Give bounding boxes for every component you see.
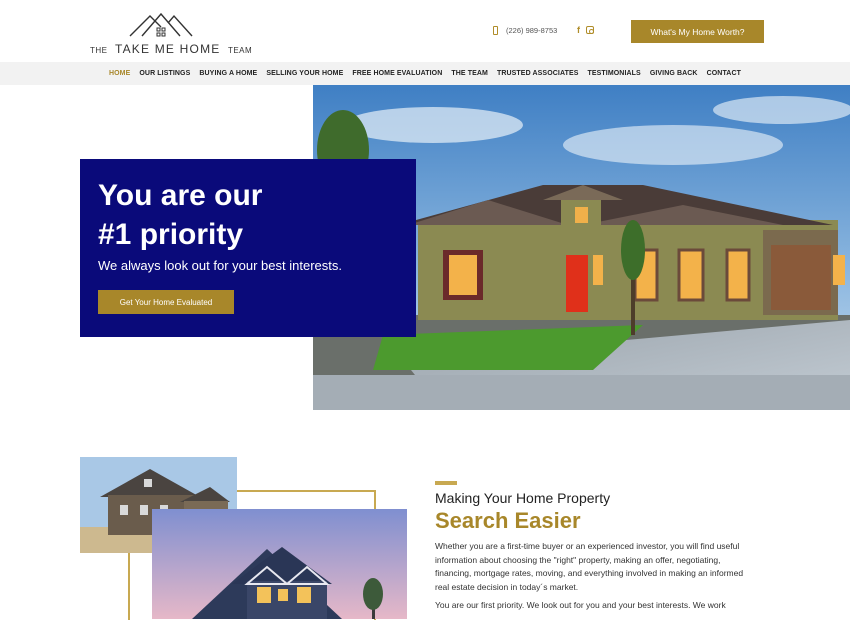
social-links: f xyxy=(577,25,594,35)
section-title: Search Easier xyxy=(435,508,581,533)
nav-item-associates[interactable]: TRUSTED ASSOCIATES xyxy=(497,70,579,77)
nav-item-listings[interactable]: OUR LISTINGS xyxy=(139,70,190,77)
hero-banner: You are our #1 priority We always look o… xyxy=(80,159,416,337)
nav-item-evaluation[interactable]: FREE HOME EVALUATION xyxy=(352,70,442,77)
facebook-icon[interactable]: f xyxy=(577,25,580,35)
home-worth-button[interactable]: What's My Home Worth? xyxy=(631,20,764,43)
nav-item-buying[interactable]: BUYING A HOME xyxy=(199,70,257,77)
nav-item-selling[interactable]: SELLING YOUR HOME xyxy=(266,70,343,77)
section-body: Whether you are a first-time buyer or an… xyxy=(435,541,744,592)
phone-contact[interactable]: (226) 989-8753 xyxy=(493,26,557,35)
site-header: THE TAKE ME HOME TEAM (226) 989-8753 f W… xyxy=(0,0,850,62)
logo-wordmark: THE TAKE ME HOME TEAM xyxy=(90,40,252,58)
section-body-second: You are our first priority. We look out … xyxy=(435,600,726,610)
hero-title: You are our #1 priority xyxy=(98,176,262,254)
section-accent-line xyxy=(435,481,457,485)
phone-number: (226) 989-8753 xyxy=(506,26,558,35)
nav-item-home[interactable]: HOME xyxy=(109,70,130,77)
house-photo-large xyxy=(152,509,407,619)
instagram-icon[interactable] xyxy=(586,26,594,34)
section-kicker: Making Your Home Property xyxy=(435,490,611,506)
nav-item-giving-back[interactable]: GIVING BACK xyxy=(650,70,698,77)
site-logo[interactable]: THE TAKE ME HOME TEAM xyxy=(90,8,252,56)
logo-the: THE xyxy=(90,46,108,55)
get-evaluated-button[interactable]: Get Your Home Evaluated xyxy=(98,290,234,314)
main-nav: HOME OUR LISTINGS BUYING A HOME SELLING … xyxy=(0,62,850,85)
logo-team: TEAM xyxy=(227,46,253,55)
hero-title-line2: #1 priority xyxy=(98,218,244,251)
phone-icon xyxy=(493,26,498,35)
hero-subtitle: We always look out for your best interes… xyxy=(98,258,342,273)
hero-title-line1: You are our xyxy=(98,179,263,212)
house-logo-icon xyxy=(129,12,193,37)
nav-item-testimonials[interactable]: TESTIMONIALS xyxy=(588,70,641,77)
nav-item-team[interactable]: THE TEAM xyxy=(451,70,488,77)
logo-main: TAKE ME HOME xyxy=(114,42,221,56)
nav-item-contact[interactable]: CONTACT xyxy=(707,70,741,77)
